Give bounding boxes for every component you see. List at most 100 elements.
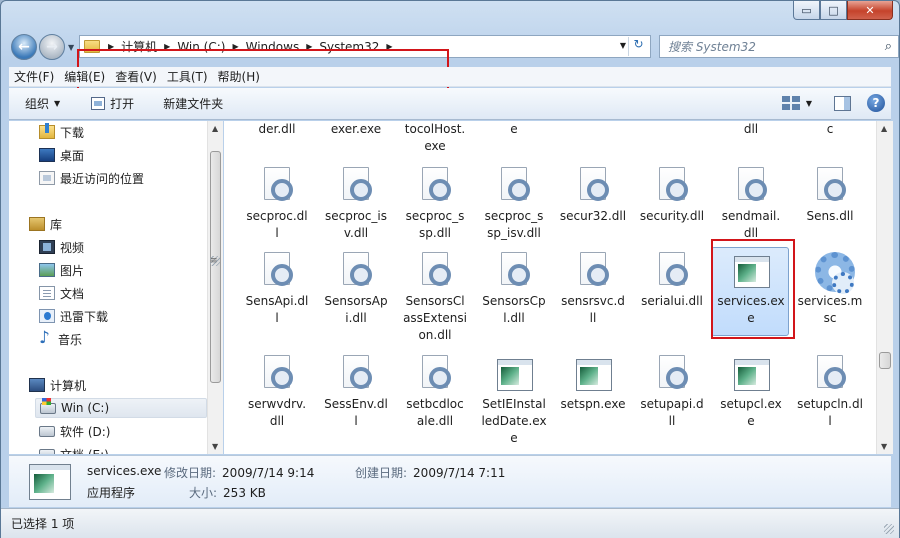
drive-icon: [39, 448, 55, 454]
file-name: exer.exe: [330, 122, 382, 136]
new-folder-button[interactable]: 新建文件夹: [143, 95, 232, 112]
file-item[interactable]: dll: [712, 121, 790, 138]
dll-file-icon: [339, 167, 373, 205]
close-button[interactable]: ✕: [847, 1, 893, 20]
file-item[interactable]: SensorsAp i.dll: [317, 252, 395, 327]
file-name: Sens.dll: [806, 209, 854, 223]
file-item[interactable]: der.dll: [238, 121, 316, 138]
scrollbar-thumb[interactable]: [879, 352, 891, 369]
file-item[interactable]: setbcdloc ale.dll: [396, 355, 474, 430]
refresh-icon[interactable]: ↻: [628, 37, 648, 56]
file-name: setspn.exe: [560, 397, 626, 411]
organize-button[interactable]: 组织 ▼: [9, 95, 69, 112]
file-item[interactable]: serwvdrv. dll: [238, 355, 316, 430]
drive-icon: [39, 425, 55, 437]
scroll-up-icon[interactable]: ▲: [881, 124, 887, 133]
file-item[interactable]: secproc_is v.dll: [317, 167, 395, 242]
file-item[interactable]: e: [475, 121, 553, 138]
nav-item-xunlei-downloads[interactable]: 迅雷下载: [39, 306, 108, 326]
dll-file-icon: [734, 167, 768, 205]
dll-file-icon: [655, 167, 689, 205]
file-item[interactable]: services.m sc: [791, 252, 869, 327]
file-item[interactable]: security.dll: [633, 167, 711, 225]
nav-item-music[interactable]: 音乐: [39, 328, 82, 349]
file-item[interactable]: setspn.exe: [554, 355, 632, 413]
minimize-button[interactable]: ▭: [793, 1, 820, 20]
file-item[interactable]: SensorsCl assExtensi on.dll: [396, 252, 474, 344]
scrollbar-thumb[interactable]: [210, 151, 221, 383]
nav-item-drive-e[interactable]: 文档 (E:): [39, 444, 109, 454]
nav-item-videos[interactable]: 视频: [39, 237, 84, 257]
file-item[interactable]: SensApi.dl l: [238, 252, 316, 327]
file-item[interactable]: tocolHost. exe: [396, 121, 474, 155]
change-view-icon[interactable]: [781, 96, 800, 110]
file-item[interactable]: sensrsvc.d ll: [554, 252, 632, 327]
nav-label: 文档: [60, 286, 85, 301]
file-item[interactable]: SessEnv.dl l: [317, 355, 395, 430]
resize-grip-icon[interactable]: [884, 524, 894, 534]
file-item[interactable]: secproc.dl l: [238, 167, 316, 242]
new-folder-label: 新建文件夹: [163, 97, 224, 111]
file-item[interactable]: secur32.dll: [554, 167, 632, 225]
forward-button[interactable]: →: [39, 34, 65, 60]
file-item[interactable]: c: [791, 121, 869, 138]
file-list-scrollbar[interactable]: ▲ ▼: [876, 121, 893, 454]
file-item[interactable]: Sens.dll: [791, 167, 869, 225]
scroll-down-icon[interactable]: ▼: [212, 442, 218, 451]
nav-label: 视频: [60, 240, 85, 255]
nav-item-pictures[interactable]: 图片: [39, 260, 84, 280]
scroll-down-icon[interactable]: ▼: [881, 442, 887, 451]
help-icon[interactable]: ?: [867, 94, 885, 112]
menu-help[interactable]: 帮助(H): [213, 68, 265, 85]
nav-item-downloads[interactable]: 下载: [39, 122, 84, 142]
file-item[interactable]: setupcl.ex e: [712, 355, 790, 430]
music-library-icon: [39, 328, 53, 348]
file-item[interactable]: secproc_s sp.dll: [396, 167, 474, 242]
search-icon[interactable]: ⌕: [885, 39, 892, 54]
menu-tools[interactable]: 工具(T): [162, 68, 213, 85]
application-icon: [734, 355, 770, 393]
nav-item-drive-c[interactable]: Win (C:): [35, 397, 207, 418]
maximize-button[interactable]: □: [820, 1, 847, 20]
nav-item-desktop[interactable]: 桌面: [39, 145, 84, 165]
menu-view[interactable]: 查看(V): [110, 68, 162, 85]
file-name: setupcln.dl l: [797, 397, 863, 428]
nav-label: 文档 (E:): [60, 446, 109, 455]
file-name: secproc_s sp.dll: [405, 209, 465, 240]
search-box[interactable]: 搜索 System32 ⌕: [659, 35, 899, 58]
menu-file[interactable]: 文件(F): [9, 68, 59, 85]
nav-item-libraries[interactable]: 库: [29, 214, 62, 234]
details-file-name: services.exe: [87, 464, 162, 478]
open-label: 打开: [110, 97, 135, 111]
file-item[interactable]: exer.exe: [317, 121, 395, 138]
system-drive-icon: [40, 397, 56, 414]
video-library-icon: [39, 240, 55, 254]
back-button[interactable]: ←: [11, 34, 37, 60]
file-item[interactable]: setupapi.d ll: [633, 355, 711, 430]
open-button[interactable]: 打开: [69, 95, 143, 112]
scroll-up-icon[interactable]: ▲: [212, 124, 218, 133]
file-item[interactable]: setupcln.dl l: [791, 355, 869, 430]
recent-pages-dropdown-icon[interactable]: ▼: [68, 43, 74, 52]
view-dropdown-icon[interactable]: ▼: [806, 99, 812, 108]
nav-item-computer[interactable]: 计算机: [29, 375, 86, 395]
close-icon: ✕: [865, 3, 875, 17]
nav-item-recent-places[interactable]: 最近访问的位置: [39, 168, 144, 188]
file-item[interactable]: secproc_s sp_isv.dll: [475, 167, 553, 242]
file-item[interactable]: sendmail. dll: [712, 167, 790, 242]
maximize-icon: □: [828, 3, 839, 17]
address-dropdown-icon[interactable]: ▼: [620, 41, 626, 50]
nav-item-drive-d[interactable]: 软件 (D:): [39, 421, 110, 441]
nav-label: 桌面: [60, 148, 85, 163]
file-item[interactable]: SetIEInstal ledDate.ex e: [475, 355, 553, 447]
menu-edit[interactable]: 编辑(E): [59, 68, 110, 85]
navigation-row: ← → ▼ ▶ 计算机 ▶ Win (C:) ▶ Windows ▶ Syste…: [9, 31, 899, 100]
preview-pane-icon[interactable]: [834, 95, 851, 111]
nav-item-documents[interactable]: 文档: [39, 283, 84, 303]
nav-label: 图片: [60, 263, 85, 278]
dll-file-icon: [260, 252, 294, 290]
file-item[interactable]: serialui.dll: [633, 252, 711, 310]
file-item[interactable]: SensorsCp l.dll: [475, 252, 553, 327]
navigation-scrollbar[interactable]: ▲ ≡ ▼: [207, 121, 223, 454]
file-name: setupapi.d ll: [640, 397, 704, 428]
